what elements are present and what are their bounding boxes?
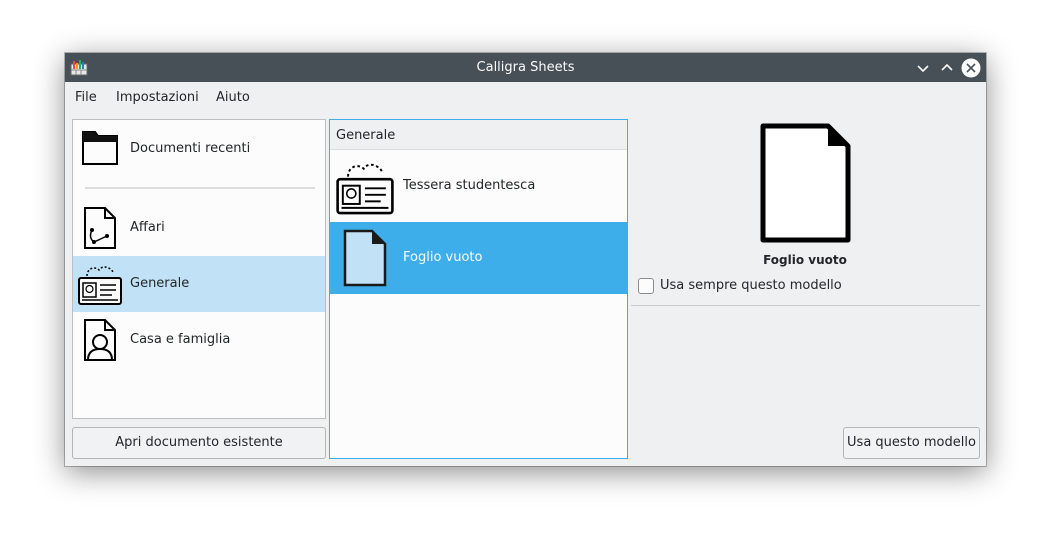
minimize-icon[interactable] xyxy=(913,58,933,78)
use-template-button[interactable]: Usa questo modello xyxy=(843,427,980,459)
category-casa-e-famiglia[interactable]: Casa e famiglia xyxy=(73,312,325,368)
category-recent-documents[interactable]: Documenti recenti xyxy=(73,120,325,180)
close-icon[interactable] xyxy=(961,58,981,78)
student-card-icon xyxy=(336,163,394,215)
category-label: Generale xyxy=(130,276,190,291)
category-affari[interactable]: Affari xyxy=(73,200,325,256)
open-existing-document-button[interactable]: Apri documento esistente xyxy=(72,427,326,459)
student-card-icon xyxy=(78,266,122,305)
template-label: Tessera studentesca xyxy=(403,178,536,193)
main-window: Calligra Sheets File Impostazioni Aiuto … xyxy=(65,53,986,466)
template-tessera-studentesca[interactable]: Tessera studentesca xyxy=(330,150,627,222)
folder-icon xyxy=(82,131,118,165)
template-list: Generale Tessera studentesca Foglio vuot… xyxy=(329,119,628,459)
preview-separator xyxy=(631,305,980,306)
category-separator xyxy=(85,187,315,189)
menu-impostazioni[interactable]: Impostazioni xyxy=(116,90,199,105)
category-label: Affari xyxy=(130,220,165,235)
template-list-header-label: Generale xyxy=(336,128,396,143)
preview-template-name: Foglio vuoto xyxy=(763,253,847,267)
category-generale[interactable]: Generale xyxy=(73,256,325,312)
business-document-icon xyxy=(84,207,116,249)
always-use-template-checkbox[interactable] xyxy=(638,278,654,294)
menu-aiuto[interactable]: Aiuto xyxy=(216,90,250,105)
always-use-template-label[interactable]: Usa sempre questo modello xyxy=(660,278,842,293)
category-list: Documenti recenti Affari Generale Casa e… xyxy=(72,119,326,419)
template-list-header: Generale xyxy=(330,120,627,150)
menu-file[interactable]: File xyxy=(75,90,97,105)
family-document-icon xyxy=(84,319,116,361)
title-bar[interactable]: Calligra Sheets xyxy=(65,53,986,82)
template-foglio-vuoto[interactable]: Foglio vuoto xyxy=(330,222,627,294)
menu-bar: File Impostazioni Aiuto xyxy=(65,82,986,112)
template-label: Foglio vuoto xyxy=(403,250,483,265)
maximize-icon[interactable] xyxy=(937,58,957,78)
blank-document-icon xyxy=(343,229,387,287)
window-title: Calligra Sheets xyxy=(476,60,575,75)
category-label: Documenti recenti xyxy=(130,141,251,156)
blank-document-preview-icon xyxy=(760,123,851,243)
category-label: Casa e famiglia xyxy=(130,332,231,347)
